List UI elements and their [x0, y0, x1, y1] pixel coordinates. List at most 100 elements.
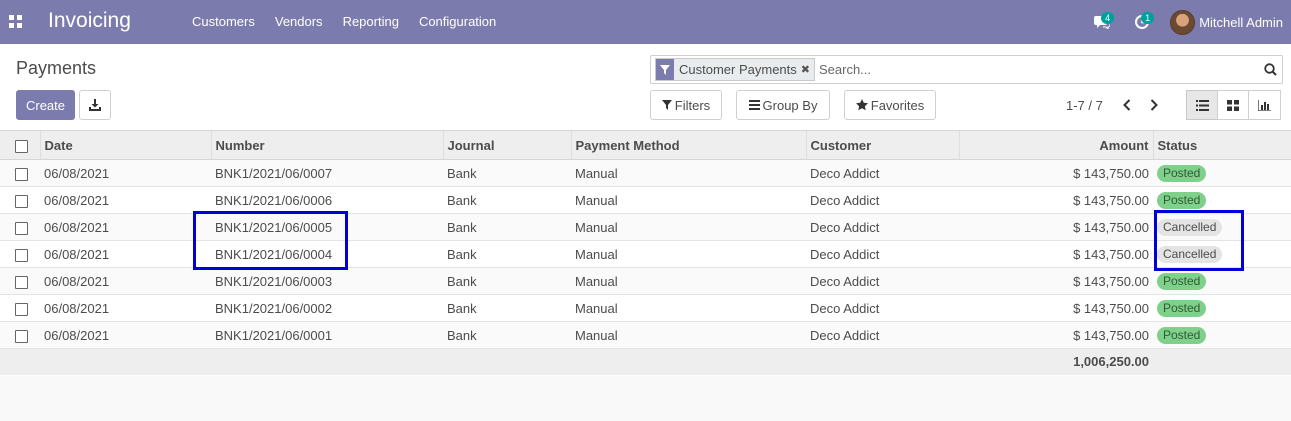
status-badge: Posted: [1157, 326, 1207, 344]
menu-customers[interactable]: Customers: [182, 0, 265, 44]
filter-icon: [661, 100, 672, 110]
pager-next-button[interactable]: [1143, 94, 1165, 116]
group-by-button[interactable]: Group By: [736, 90, 830, 120]
favorites-label: Favorites: [870, 97, 925, 113]
row-select-cell[interactable]: [0, 267, 40, 295]
row-amount-cell: $ 143,750.00: [959, 186, 1153, 214]
favorites-button[interactable]: Favorites: [844, 90, 936, 120]
row-journal-cell: Bank: [443, 159, 571, 187]
search-input[interactable]: [818, 62, 1258, 77]
row-status-cell: Posted: [1153, 294, 1291, 322]
search-button[interactable]: [1258, 56, 1282, 83]
user-name: Mitchell Admin: [1199, 14, 1283, 30]
row-status-cell: Posted: [1153, 186, 1291, 214]
total-empty-cell: [0, 348, 40, 375]
select-all-cell[interactable]: [0, 130, 40, 160]
activities-button[interactable]: 1: [1122, 0, 1162, 44]
facet-remove-icon[interactable]: ✖: [801, 63, 814, 76]
column-header-date[interactable]: Date: [39, 130, 211, 160]
row-select-cell[interactable]: [0, 240, 40, 268]
pager-value[interactable]: 1-7 / 7: [1066, 98, 1103, 113]
row-payment-method-cell: Manual: [571, 240, 806, 268]
status-badge: Posted: [1157, 164, 1207, 182]
table-row[interactable]: 06/08/2021 BNK1/2021/06/0006 Bank Manual Dec…: [0, 186, 1291, 214]
row-checkbox[interactable]: [15, 329, 28, 343]
search-bar: Customer Payments ✖: [650, 55, 1283, 84]
row-number-cell: BNK1/2021/06/0005: [211, 213, 443, 241]
column-header-status[interactable]: Status: [1152, 130, 1291, 160]
list-view-button[interactable]: [1186, 90, 1218, 120]
messages-button[interactable]: 4: [1082, 0, 1122, 44]
row-number-cell: BNK1/2021/06/0004: [211, 240, 443, 268]
row-checkbox[interactable]: [15, 275, 28, 289]
table-row[interactable]: 06/08/2021 BNK1/2021/06/0004 Bank Manual Dec…: [0, 240, 1291, 268]
row-checkbox[interactable]: [15, 248, 28, 262]
row-journal-cell: Bank: [443, 213, 571, 241]
create-button[interactable]: Create: [16, 90, 75, 120]
row-amount-cell: $ 143,750.00: [959, 267, 1153, 295]
column-header-journal[interactable]: Journal: [442, 130, 571, 160]
chevron-left-icon: [1123, 99, 1131, 111]
row-select-cell[interactable]: [0, 186, 40, 214]
status-badge: Cancelled: [1157, 245, 1223, 263]
top-navbar: Invoicing Customers Vendors Reporting Co…: [0, 0, 1291, 44]
table-row[interactable]: 06/08/2021 BNK1/2021/06/0003 Bank Manual Dec…: [0, 267, 1291, 295]
app-title[interactable]: Invoicing: [48, 9, 131, 33]
row-customer-cell: Deco Addict: [806, 213, 959, 241]
chevron-right-icon: [1150, 99, 1158, 111]
pager-previous-button[interactable]: [1116, 94, 1138, 116]
row-select-cell[interactable]: [0, 213, 40, 241]
row-journal-cell: Bank: [443, 186, 571, 214]
star-icon: [855, 99, 868, 111]
filter-icon: [656, 59, 674, 80]
facet-label: Customer Payments: [679, 62, 797, 77]
list-empty-area: [0, 376, 1291, 421]
total-empty-cell: [443, 348, 571, 375]
filters-button[interactable]: Filters: [650, 90, 722, 120]
row-status-cell: Posted: [1153, 267, 1291, 295]
row-checkbox[interactable]: [15, 302, 28, 316]
export-button[interactable]: [79, 90, 111, 120]
row-date-cell: 06/08/2021: [40, 267, 211, 295]
row-number-cell: BNK1/2021/06/0002: [211, 294, 443, 322]
table-row[interactable]: 06/08/2021 BNK1/2021/06/0005 Bank Manual Dec…: [0, 213, 1291, 241]
row-journal-cell: Bank: [443, 240, 571, 268]
list-icon: [1195, 99, 1209, 111]
kanban-view-button[interactable]: [1217, 90, 1249, 120]
user-menu[interactable]: Mitchell Admin: [1162, 0, 1291, 44]
row-number-cell: BNK1/2021/06/0003: [211, 267, 443, 295]
select-all-checkbox[interactable]: [15, 139, 28, 153]
row-payment-method-cell: Manual: [571, 186, 806, 214]
row-date-cell: 06/08/2021: [40, 159, 211, 187]
row-number-cell: BNK1/2021/06/0007: [211, 159, 443, 187]
row-select-cell[interactable]: [0, 159, 40, 187]
column-header-number[interactable]: Number: [210, 130, 443, 160]
activities-count-badge: 1: [1141, 12, 1155, 24]
search-facet[interactable]: Customer Payments ✖: [655, 58, 815, 81]
column-header-payment-method[interactable]: Payment Method: [570, 130, 806, 160]
table-header-row: Date Number Journal Payment Method Custo…: [0, 130, 1291, 160]
row-number-cell: BNK1/2021/06/0006: [211, 186, 443, 214]
row-checkbox[interactable]: [15, 194, 28, 208]
menu-reporting[interactable]: Reporting: [333, 0, 409, 44]
column-header-customer[interactable]: Customer: [805, 130, 959, 160]
row-customer-cell: Deco Addict: [806, 321, 959, 349]
row-journal-cell: Bank: [443, 267, 571, 295]
row-select-cell[interactable]: [0, 294, 40, 322]
table-row[interactable]: 06/08/2021 BNK1/2021/06/0001 Bank Manual Dec…: [0, 321, 1291, 349]
row-checkbox[interactable]: [15, 221, 28, 235]
menu-configuration[interactable]: Configuration: [409, 0, 506, 44]
table-row[interactable]: 06/08/2021 BNK1/2021/06/0007 Bank Manual Dec…: [0, 159, 1291, 187]
row-customer-cell: Deco Addict: [806, 186, 959, 214]
menu-vendors[interactable]: Vendors: [265, 0, 333, 44]
row-status-cell: Posted: [1153, 159, 1291, 187]
column-header-amount[interactable]: Amount: [958, 130, 1153, 160]
graph-view-button[interactable]: [1248, 90, 1281, 120]
row-amount-cell: $ 143,750.00: [959, 159, 1153, 187]
row-checkbox[interactable]: [15, 167, 28, 181]
row-select-cell[interactable]: [0, 321, 40, 349]
total-empty-cell: [571, 348, 806, 375]
table-row[interactable]: 06/08/2021 BNK1/2021/06/0002 Bank Manual Dec…: [0, 294, 1291, 322]
apps-menu-icon[interactable]: [9, 15, 22, 28]
row-amount-cell: $ 143,750.00: [959, 321, 1153, 349]
